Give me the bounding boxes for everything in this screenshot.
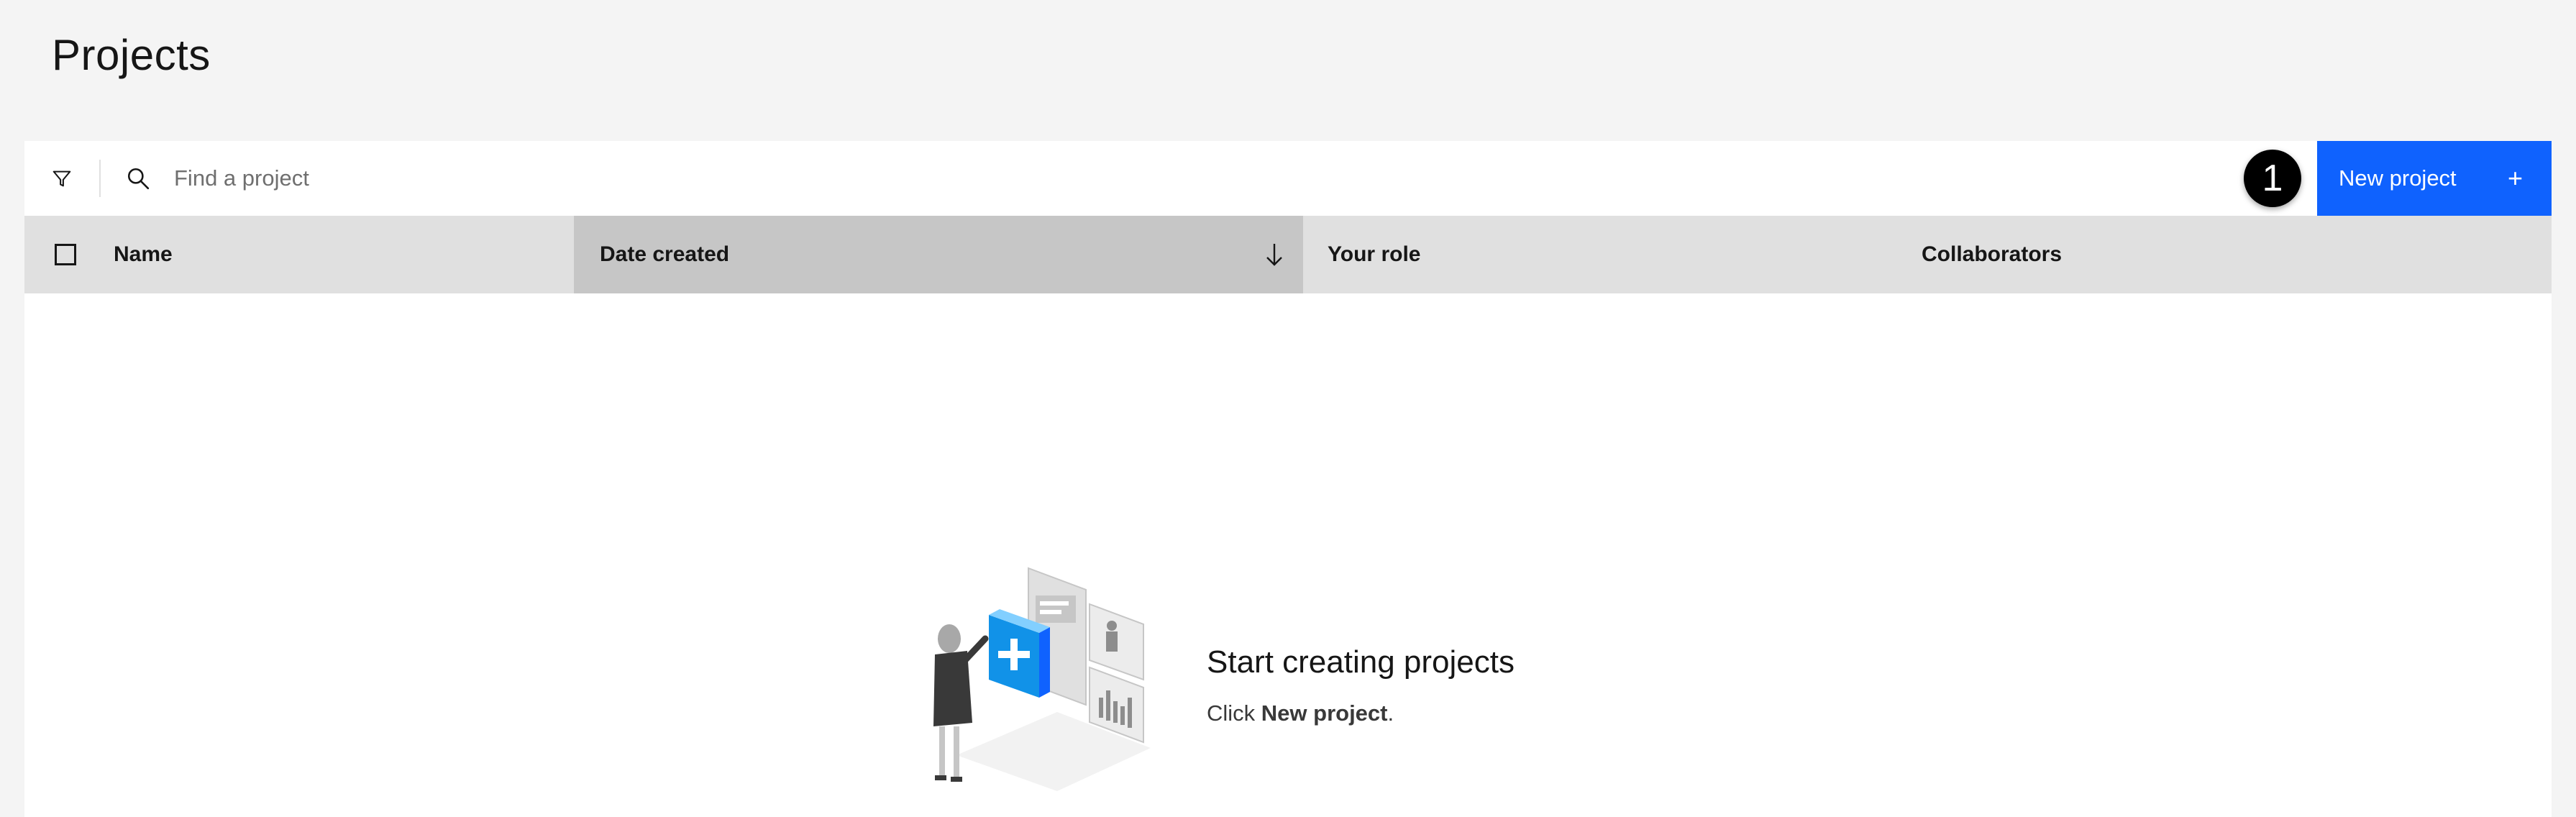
column-header-your-role[interactable]: Your role [1328, 216, 1903, 293]
empty-state-subtitle-suffix: . [1387, 700, 1394, 726]
table-toolbar [24, 141, 2552, 216]
empty-state-subtitle-bold: New project [1261, 700, 1388, 726]
filter-icon [52, 170, 71, 187]
search-input[interactable] [174, 157, 2188, 200]
column-header-name[interactable]: Name [114, 216, 574, 293]
empty-state-illustration [933, 567, 1151, 791]
select-all-cell [24, 216, 111, 293]
new-project-label: New project [2339, 165, 2457, 191]
table-header: Name Date created Your role Collaborator… [24, 216, 2552, 293]
select-all-checkbox[interactable] [55, 244, 76, 265]
plus-icon: + [2507, 163, 2523, 193]
search-icon [122, 163, 154, 194]
table-body [24, 293, 2552, 817]
empty-state-subtitle-prefix: Click [1207, 700, 1261, 726]
column-header-date-created-label: Date created [600, 242, 730, 266]
page-title: Projects [52, 31, 211, 79]
new-project-button[interactable]: New project + [2317, 141, 2552, 216]
column-header-date-created[interactable]: Date created [574, 216, 1303, 293]
column-header-collaborators[interactable]: Collaborators [1922, 216, 2497, 293]
empty-state-subtitle: Click New project. [1207, 700, 1394, 726]
arrow-down-icon [1266, 244, 1282, 266]
step-badge: 1 [2244, 150, 2301, 207]
toolbar-divider [99, 160, 101, 197]
empty-state-title: Start creating projects [1207, 644, 1515, 680]
filter-button[interactable] [24, 141, 99, 216]
